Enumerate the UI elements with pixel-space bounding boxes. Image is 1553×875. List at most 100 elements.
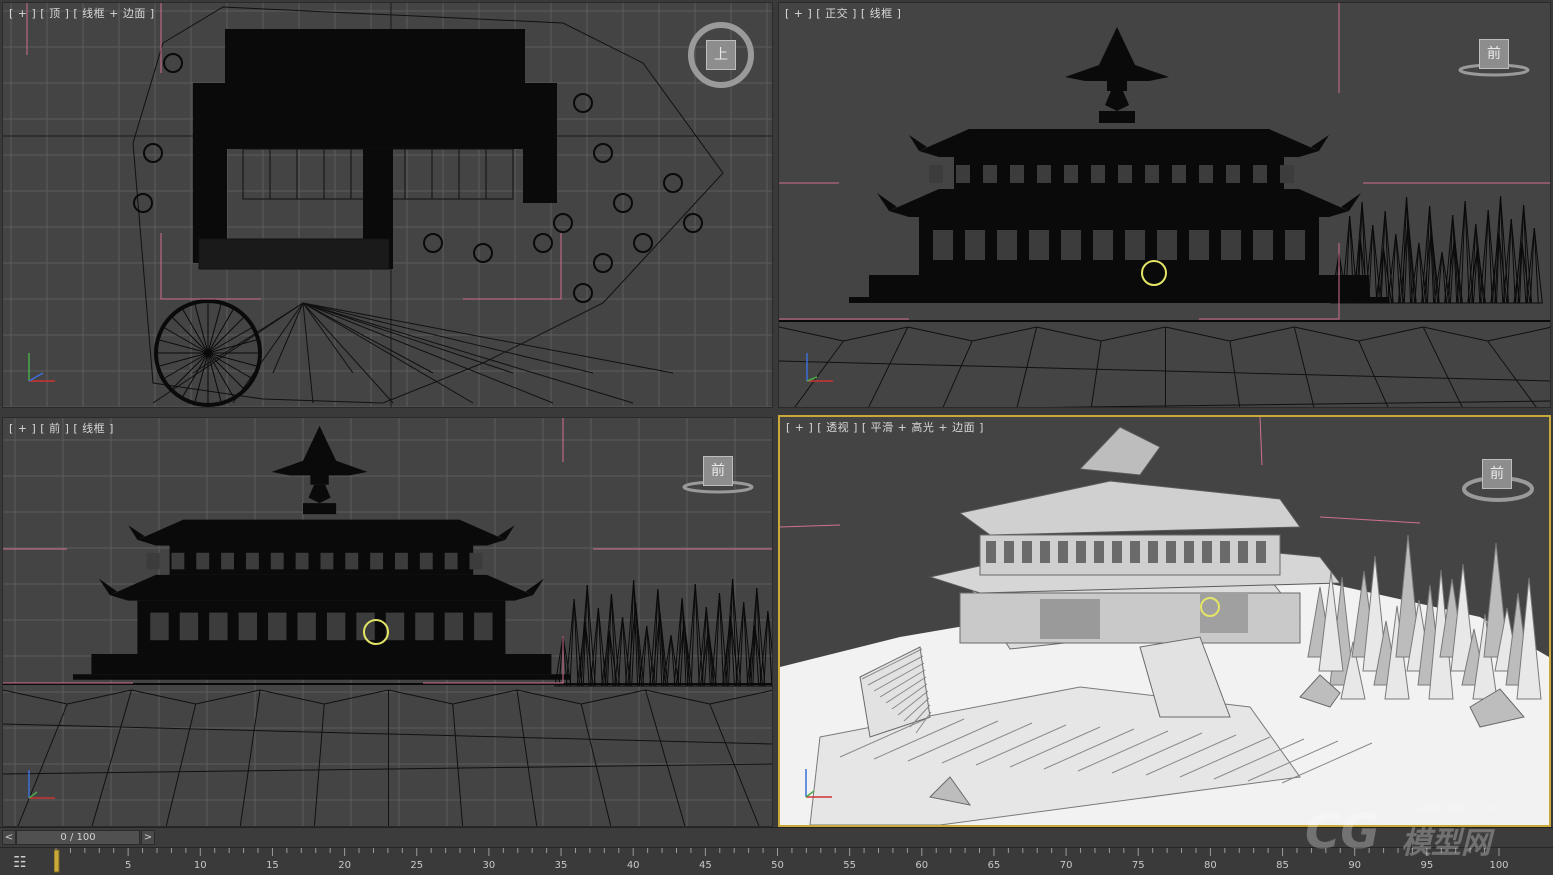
key-filter-icon[interactable]: ☷: [8, 852, 32, 872]
eave-tip: [498, 525, 515, 540]
safe-frame-line: [780, 524, 841, 528]
frame-tick-label: 70: [1059, 860, 1073, 871]
door-panel: [415, 612, 434, 641]
shrub-plan: [633, 233, 653, 253]
viewcube-top[interactable]: 上: [687, 21, 755, 89]
door-panel: [297, 612, 316, 641]
tree-wire: [690, 583, 696, 687]
time-slider[interactable]: 0 / 100: [16, 830, 140, 845]
terrain-edge: [907, 326, 973, 342]
pavilion-roof: [1065, 27, 1169, 81]
viewcube-face[interactable]: 前: [1479, 39, 1509, 69]
roof-ornament: [308, 484, 331, 504]
window-lattice: [956, 165, 970, 183]
terrain-edge: [302, 302, 674, 374]
pavilion-body: [1107, 81, 1127, 91]
tree-wire: [1506, 218, 1512, 304]
window-shaded: [1022, 541, 1032, 563]
window-shaded: [1076, 541, 1086, 563]
window-lattice: [1064, 165, 1078, 183]
time-prev-button[interactable]: <: [2, 830, 16, 845]
eave-tip: [909, 135, 927, 151]
door-panel: [933, 230, 953, 260]
viewport-front-label[interactable]: [ + ] [ 前 ] [ 线框 ]: [9, 420, 118, 436]
main-hall-shaded: [959, 592, 1301, 644]
frame-tick-label: 20: [338, 860, 351, 871]
viewport-ortho-label[interactable]: [ + ] [ 正交 ] [ 线框 ]: [785, 5, 905, 21]
frame-tick-label: 45: [698, 860, 712, 871]
eave-tip: [877, 193, 897, 211]
shrub-plan: [423, 233, 443, 253]
terrain-edge: [302, 302, 474, 404]
viewport-front-canvas: [3, 418, 772, 826]
terrain-edge: [868, 326, 909, 407]
window-lattice: [196, 552, 210, 570]
window-shaded: [1112, 541, 1122, 563]
window-lattice: [1091, 165, 1105, 183]
viewport-front[interactable]: [ + ] [ 前 ] [ 线框 ] 前: [2, 417, 773, 827]
window-lattice: [295, 552, 309, 570]
window-lattice: [395, 552, 408, 570]
window-lattice: [1199, 165, 1213, 183]
shrub-plan: [143, 143, 163, 163]
window-lattice: [1253, 165, 1267, 183]
viewcube-face[interactable]: 前: [703, 456, 733, 486]
door-panel: [474, 612, 493, 641]
viewport-ortho[interactable]: [ + ] [ 正交 ] [ 线框 ] 前: [778, 2, 1551, 408]
viewport-perspective[interactable]: [ + ] [ 透视 ] [ 平滑 + 高光 + 边面 ] 前: [778, 415, 1551, 827]
viewport-menu-plus[interactable]: [ + ]: [9, 422, 36, 435]
window-lattice: [1226, 165, 1240, 183]
pavilion-shaded: [1078, 426, 1161, 476]
viewport-perspective-label[interactable]: [ + ] [ 透视 ] [ 平滑 + 高光 + 边面 ]: [786, 419, 988, 435]
terrain-edge: [1229, 340, 1241, 407]
eave-tip: [1341, 193, 1361, 211]
pavilion-ray: [207, 352, 222, 402]
viewport-menu-plus[interactable]: [ + ]: [9, 7, 36, 20]
viewport-top-label[interactable]: [ + ] [ 顶 ] [ 线框 + 边面 ]: [9, 5, 159, 21]
tree-wire: [718, 592, 724, 687]
viewcube-front[interactable]: 前: [681, 454, 755, 496]
pavilion-ray: [207, 304, 222, 354]
terrain-edge: [779, 326, 844, 342]
viewport-view-name[interactable]: [ 前 ]: [40, 422, 69, 435]
viewport-top[interactable]: [ + ] [ 顶 ] [ 线框 + 边面 ] 上: [2, 2, 773, 408]
upper-roof: [137, 519, 506, 546]
viewport-view-name[interactable]: [ 透视 ]: [817, 421, 858, 434]
tree-wire: [1483, 209, 1489, 304]
viewport-menu-plus[interactable]: [ + ]: [786, 421, 813, 434]
door-panel: [1285, 230, 1305, 260]
shrub-plan: [573, 93, 593, 113]
temple-wireframe: [849, 27, 1389, 303]
axis-tripod-icon: [21, 764, 61, 804]
viewcube-ortho[interactable]: 前: [1457, 37, 1531, 79]
frame-tick-label: 85: [1276, 860, 1289, 871]
window-lattice: [469, 552, 483, 570]
terrain-edge: [302, 302, 634, 404]
door-panel: [150, 612, 169, 641]
terrain-edge: [192, 302, 304, 374]
window-lattice: [1145, 165, 1159, 183]
tree-wire: [1384, 210, 1390, 304]
frame-tick-label: 35: [554, 860, 568, 871]
viewport-view-name[interactable]: [ 正交 ]: [816, 7, 857, 20]
viewport-menu-plus[interactable]: [ + ]: [785, 7, 812, 20]
viewport-shading-mode[interactable]: [ 线框 ]: [861, 7, 902, 20]
viewcube-face[interactable]: 前: [1482, 459, 1512, 489]
frame-tick-label: 5: [124, 860, 132, 871]
shrub-plan: [663, 173, 683, 193]
pavilion-ray: [207, 339, 257, 354]
viewport-shading-mode[interactable]: [ 线框 + 边面 ]: [73, 7, 154, 20]
terrain-edge: [302, 302, 314, 404]
viewcube-perspective[interactable]: 前: [1460, 453, 1536, 505]
pavilion-ray: [159, 339, 209, 354]
viewcube-face[interactable]: 上: [706, 40, 736, 70]
pavilion-ray: [159, 352, 209, 367]
viewport-view-name[interactable]: [ 顶 ]: [40, 7, 69, 20]
time-next-button[interactable]: >: [141, 830, 155, 845]
tree-wire: [710, 592, 729, 687]
viewport-shading-mode[interactable]: [ 线框 ]: [73, 422, 114, 435]
window-lattice: [419, 552, 433, 570]
window-shaded: [1004, 541, 1014, 563]
viewport-shading-mode[interactable]: [ 平滑 + 高光 + 边面 ]: [862, 421, 984, 434]
shrub-plan: [473, 243, 493, 263]
